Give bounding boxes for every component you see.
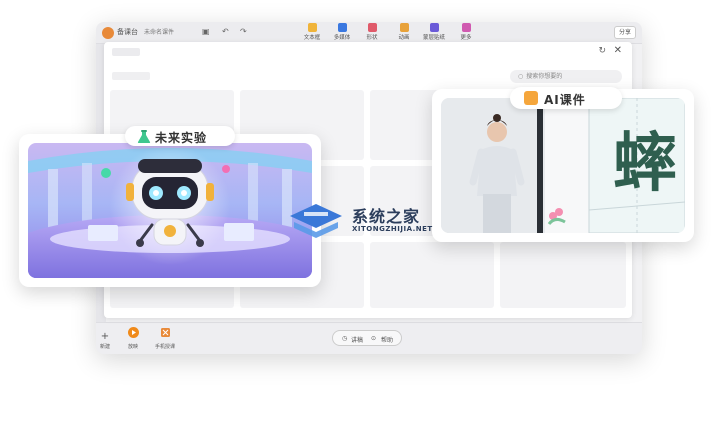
toolbar-textbox-label: 文本框 (303, 35, 321, 41)
grid-cell[interactable] (370, 242, 494, 308)
new-button[interactable]: + 新建 (96, 331, 118, 351)
app-name: 备课台 (117, 28, 138, 36)
future-lab-title: 未来实验 (155, 131, 208, 145)
search-input[interactable]: ○ 搜索你想要的 (510, 70, 622, 83)
toolbar-sticker[interactable]: 蒙层贴纸 (420, 23, 448, 41)
toolbar-animation-label: 动画 (398, 35, 410, 41)
notes-help-pill: ◷ 讲稿 ⊙ 帮助 (332, 330, 402, 346)
textbox-icon (307, 23, 317, 32)
watermark-url: XITONGZHIJIA.NET (352, 225, 433, 233)
mobile-teach-label: 手机授课 (154, 344, 175, 350)
media-icon (337, 23, 347, 32)
toolbar-sticker-label: 蒙层贴纸 (422, 35, 445, 41)
app-toolbar: 备课台 未命名课件 ▣ ↶ ↷ 文本框 多媒体 形状 动画 蒙层贴纸 更多 分享 (96, 22, 642, 44)
toolbar-more[interactable]: 更多 (452, 23, 480, 41)
watermark-logo-icon (290, 204, 342, 238)
close-icon[interactable]: ✕ (614, 45, 622, 56)
sticker-icon (429, 23, 439, 32)
toolbar-media-label: 多媒体 (333, 35, 351, 41)
notes-icon: ◷ (342, 335, 348, 342)
redo-icon[interactable]: ↷ (240, 27, 247, 36)
play-icon (120, 323, 146, 342)
toolbar-media[interactable]: 多媒体 (328, 23, 356, 41)
shape-icon (367, 23, 377, 32)
mobile-teach-button[interactable]: 手机授课 (152, 323, 178, 350)
future-lab-badge: 未来实验 (125, 126, 235, 146)
hanzi-character: 蟀 (613, 126, 677, 201)
dialog-tab-placeholder (112, 72, 150, 80)
search-icon: ○ (518, 73, 524, 80)
toolbar-more-label: 更多 (460, 35, 472, 41)
plus-icon: + (100, 331, 110, 342)
undo-icon[interactable]: ↶ (222, 27, 229, 36)
ai-courseware-title: AI课件 (544, 93, 586, 107)
ai-courseware-badge: AI课件 (510, 87, 622, 109)
toolbar-animation[interactable]: 动画 (390, 23, 418, 41)
play-label: 放映 (127, 344, 138, 350)
ai-courseware-image: 蟀 (441, 98, 685, 233)
new-label: 新建 (99, 344, 110, 350)
phone-icon (152, 323, 178, 342)
toolbar-shape-label: 形状 (366, 35, 378, 41)
more-icon (461, 23, 471, 32)
save-icon[interactable]: ▣ (202, 27, 210, 36)
ai-courseware-card[interactable]: 蟀 AI课件 (432, 87, 694, 242)
help-icon: ⊙ (371, 335, 377, 342)
flask-icon (137, 129, 151, 148)
future-lab-image (28, 143, 312, 278)
future-lab-card[interactable]: 未来实验 (19, 126, 321, 287)
ai-courseware-icon (524, 91, 538, 105)
document-tab[interactable]: 未命名课件 (144, 27, 174, 36)
refresh-icon[interactable]: ↻ (598, 46, 606, 56)
notes-button[interactable]: 讲稿 (351, 335, 363, 344)
watermark: 系统之家 XITONGZHIJIA.NET (286, 200, 446, 246)
search-placeholder: 搜索你想要的 (526, 73, 563, 80)
grid-cell[interactable] (500, 242, 626, 308)
share-button[interactable]: 分享 (614, 26, 636, 39)
toolbar-shape[interactable]: 形状 (358, 23, 386, 41)
app-logo-icon (102, 27, 114, 39)
toolbar-textbox[interactable]: 文本框 (298, 23, 326, 41)
bottom-bar: + 新建 放映 手机授课 ◷ 讲稿 ⊙ 帮助 (96, 322, 642, 354)
animation-icon (399, 23, 409, 32)
watermark-title: 系统之家 (352, 207, 421, 226)
play-button[interactable]: 放映 (120, 323, 146, 350)
dialog-title-placeholder (112, 48, 140, 56)
help-button[interactable]: 帮助 (381, 335, 393, 344)
